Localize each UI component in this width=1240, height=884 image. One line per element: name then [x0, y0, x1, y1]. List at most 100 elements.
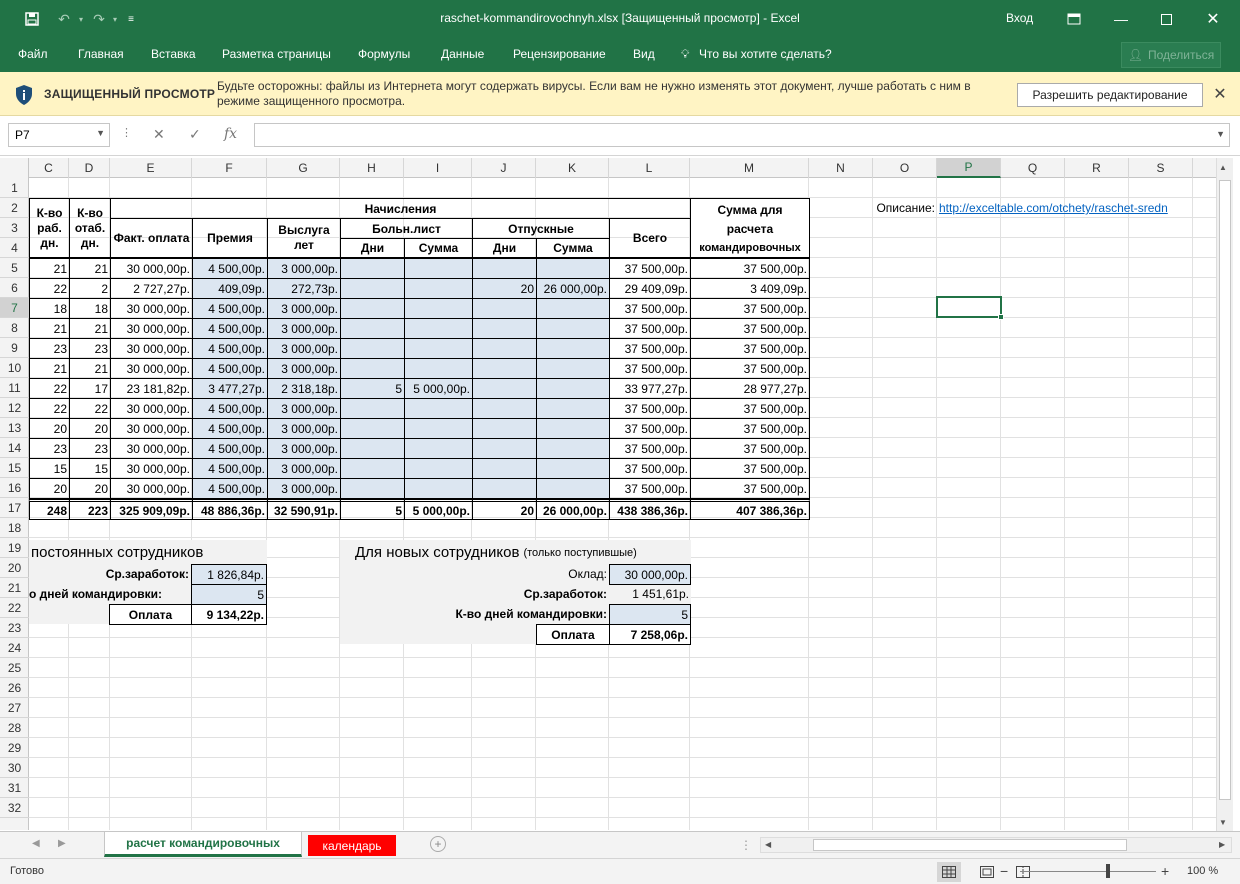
- table-cell[interactable]: [472, 318, 537, 339]
- table-cell[interactable]: 37 500,00р.: [609, 298, 691, 319]
- page-layout-view-icon[interactable]: [975, 862, 999, 882]
- close-message-icon[interactable]: ✕: [1212, 84, 1228, 104]
- description-label[interactable]: Описание:: [837, 198, 937, 218]
- table-cell[interactable]: [472, 438, 537, 459]
- table-cell[interactable]: 37 500,00р.: [690, 358, 810, 379]
- table-cell[interactable]: 37 500,00р.: [690, 438, 810, 459]
- table-cell[interactable]: 33 977,27р.: [609, 378, 691, 399]
- row-header[interactable]: 23: [0, 618, 29, 638]
- ribbon-display-icon[interactable]: [1059, 6, 1089, 32]
- close-window-icon[interactable]: ✕: [1198, 6, 1228, 32]
- row-header[interactable]: 17: [0, 498, 29, 518]
- row-header[interactable]: 14: [0, 438, 29, 458]
- column-header[interactable]: S: [1129, 158, 1193, 178]
- table-cell[interactable]: 30 000,00р.: [110, 478, 193, 499]
- table-cell[interactable]: 37 500,00р.: [609, 338, 691, 359]
- table-cell[interactable]: [404, 398, 473, 419]
- header-sick-sum[interactable]: Сумма: [404, 238, 473, 258]
- table-cell[interactable]: 37 500,00р.: [609, 358, 691, 379]
- table-cell[interactable]: [404, 258, 473, 279]
- table-cell[interactable]: 37 500,00р.: [609, 258, 691, 279]
- table-cell[interactable]: 23: [69, 338, 111, 359]
- total-cell[interactable]: 438 386,36р.: [609, 499, 691, 520]
- row-header[interactable]: 24: [0, 638, 29, 658]
- newcomers-pay-label[interactable]: Оплата: [536, 624, 610, 645]
- table-cell[interactable]: 23: [29, 438, 70, 459]
- permanent-title[interactable]: постоянных сотрудников: [29, 541, 267, 563]
- column-header[interactable]: R: [1065, 158, 1129, 178]
- column-header[interactable]: F: [192, 158, 267, 178]
- table-cell[interactable]: 30 000,00р.: [110, 418, 193, 439]
- table-cell[interactable]: 4 500,00р.: [192, 318, 268, 339]
- table-cell[interactable]: 37 500,00р.: [690, 258, 810, 279]
- column-header[interactable]: C: [29, 158, 69, 178]
- table-cell[interactable]: 30 000,00р.: [110, 338, 193, 359]
- row-header[interactable]: 22: [0, 598, 29, 618]
- row-header[interactable]: 3: [0, 218, 29, 238]
- table-cell[interactable]: 21: [29, 318, 70, 339]
- table-cell[interactable]: 21: [29, 258, 70, 279]
- total-cell[interactable]: 20: [472, 499, 537, 520]
- formula-input[interactable]: ▼: [254, 123, 1230, 147]
- row-header[interactable]: 1: [0, 178, 29, 198]
- column-header-selected[interactable]: P: [937, 158, 1001, 178]
- table-cell[interactable]: 21: [69, 318, 111, 339]
- table-cell[interactable]: 22: [29, 398, 70, 419]
- table-cell[interactable]: [404, 318, 473, 339]
- table-cell[interactable]: 37 500,00р.: [609, 418, 691, 439]
- table-cell[interactable]: [472, 358, 537, 379]
- table-cell[interactable]: 30 000,00р.: [110, 318, 193, 339]
- table-cell[interactable]: 4 500,00р.: [192, 358, 268, 379]
- column-header[interactable]: H: [340, 158, 404, 178]
- zoom-slider-knob[interactable]: [1106, 864, 1110, 878]
- table-cell[interactable]: 17: [69, 378, 111, 399]
- table-cell[interactable]: 30 000,00р.: [110, 258, 193, 279]
- table-cell[interactable]: 37 500,00р.: [609, 438, 691, 459]
- row-header[interactable]: 7: [0, 298, 29, 318]
- newcomers-days-value[interactable]: 5: [609, 604, 691, 625]
- header-sick-days[interactable]: Дни: [340, 238, 405, 258]
- row-header[interactable]: 13: [0, 418, 29, 438]
- table-cell[interactable]: [536, 478, 610, 499]
- table-cell[interactable]: 3 000,00р.: [267, 338, 341, 359]
- newcomers-subtitle[interactable]: (только поступившые): [523, 547, 636, 559]
- row-header[interactable]: 9: [0, 338, 29, 358]
- tab-home[interactable]: Главная: [78, 47, 124, 61]
- page-break-view-icon[interactable]: [1011, 862, 1035, 882]
- table-cell[interactable]: 22: [29, 278, 70, 299]
- table-cell[interactable]: 20: [69, 478, 111, 499]
- table-cell[interactable]: [536, 398, 610, 419]
- table-cell[interactable]: 37 500,00р.: [690, 478, 810, 499]
- sheet-tab-calculation[interactable]: расчет командировочных: [104, 832, 302, 857]
- column-header[interactable]: I: [404, 158, 472, 178]
- row-header[interactable]: 18: [0, 518, 29, 538]
- header-work-days[interactable]: К-во раб. дн.: [29, 198, 70, 258]
- name-box[interactable]: P7 ▼: [8, 123, 110, 147]
- table-cell[interactable]: 18: [29, 298, 70, 319]
- table-cell[interactable]: [404, 338, 473, 359]
- total-cell[interactable]: 32 590,91р.: [267, 499, 341, 520]
- row-header[interactable]: 5: [0, 258, 29, 278]
- row-header[interactable]: 30: [0, 758, 29, 778]
- table-cell[interactable]: 3 000,00р.: [267, 298, 341, 319]
- table-cell[interactable]: 37 500,00р.: [609, 458, 691, 479]
- row-header[interactable]: 25: [0, 658, 29, 678]
- table-cell[interactable]: [404, 358, 473, 379]
- header-fact-pay[interactable]: Факт. оплата: [110, 218, 193, 258]
- table-cell[interactable]: 29 409,09р.: [609, 278, 691, 299]
- save-icon[interactable]: [22, 9, 42, 29]
- table-cell[interactable]: 4 500,00р.: [192, 398, 268, 419]
- row-header[interactable]: 27: [0, 698, 29, 718]
- table-cell[interactable]: [404, 418, 473, 439]
- column-header[interactable]: N: [809, 158, 873, 178]
- tab-file[interactable]: Файл: [18, 47, 48, 61]
- add-sheet-icon[interactable]: +: [430, 836, 446, 852]
- total-cell[interactable]: 407 386,36р.: [690, 499, 810, 520]
- table-cell[interactable]: [340, 438, 405, 459]
- table-cell[interactable]: [536, 318, 610, 339]
- sign-in-link[interactable]: Вход: [1006, 11, 1033, 25]
- scroll-right-icon[interactable]: ▶: [1219, 840, 1225, 849]
- newcomers-salary-label[interactable]: Оклад:: [340, 564, 609, 584]
- normal-view-icon[interactable]: [937, 862, 961, 882]
- table-cell[interactable]: 28 977,27р.: [690, 378, 810, 399]
